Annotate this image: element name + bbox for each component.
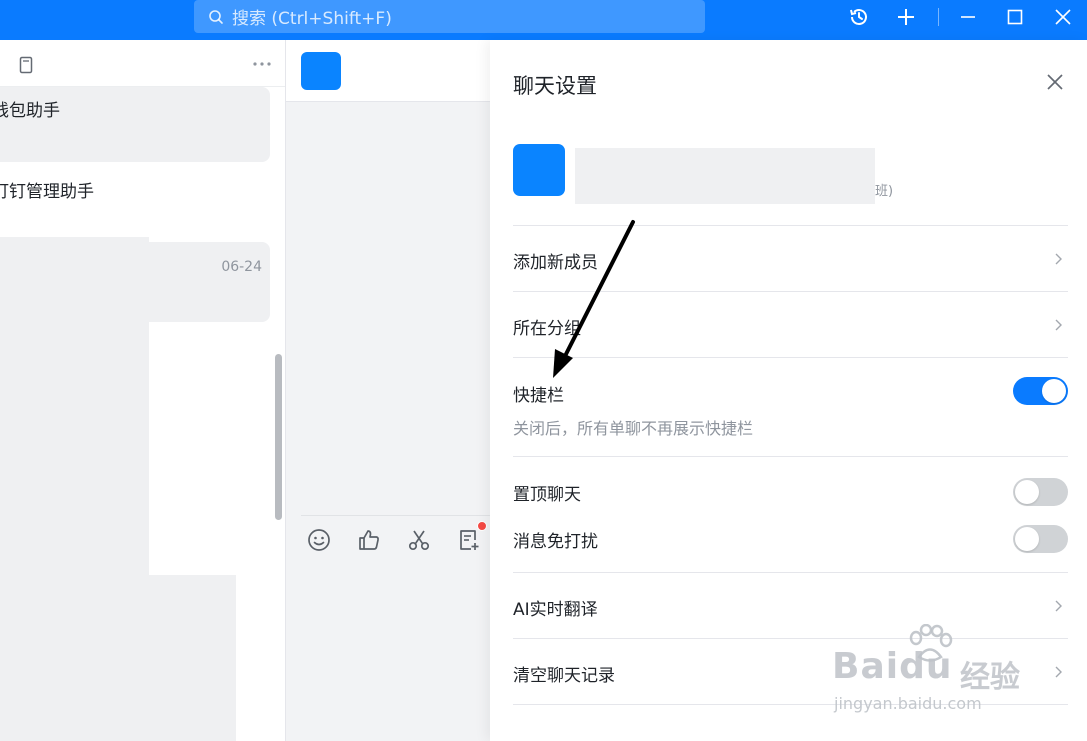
group-avatar[interactable] [513, 144, 565, 196]
thumbs-up-icon[interactable] [356, 527, 382, 553]
toggle-knob [1015, 480, 1039, 504]
divider [513, 291, 1068, 292]
avatar[interactable] [301, 52, 341, 90]
shortcut-bar-toggle[interactable] [1013, 377, 1068, 405]
toggle-knob [1015, 527, 1039, 551]
toggle-knob [1042, 379, 1066, 403]
list-item[interactable]: 钉钉管理助手 [0, 162, 270, 240]
close-icon [1047, 74, 1063, 90]
more-icon[interactable] [253, 62, 271, 66]
pin-chat-toggle[interactable] [1013, 478, 1068, 506]
conversation-title: 钱包助手 [0, 101, 60, 121]
shortcut-bar-description: 关闭后，所有单聊不再展示快捷栏 [513, 419, 754, 438]
group-name-redacted [575, 148, 875, 204]
note-add-icon[interactable] [456, 527, 482, 553]
chevron-right-icon [1055, 253, 1062, 265]
mute-label: 消息免打扰 [513, 532, 598, 552]
group-label: 所在分组 [513, 319, 581, 339]
close-panel-button[interactable] [1044, 71, 1066, 93]
pin-chat-label: 置顶聊天 [513, 485, 581, 505]
topbar-separator [938, 8, 939, 26]
conversation-list: 钱包助手 钉钉管理助手 06-24 [0, 40, 286, 741]
list-item[interactable]: 钱包助手 [0, 87, 270, 162]
chat-area [286, 40, 490, 741]
baidu-watermark: Baidu 经验 jingyan.baidu.com [832, 624, 1042, 724]
scissors-icon[interactable] [406, 527, 432, 553]
conversation-title: 钉钉管理助手 [0, 182, 94, 202]
redacted-area [0, 575, 236, 741]
list-header [0, 40, 285, 87]
plus-icon[interactable] [894, 5, 918, 29]
group-name-suffix: 班) [875, 184, 894, 199]
notification-dot [477, 521, 487, 531]
search-icon [209, 9, 223, 24]
shortcut-bar-label: 快捷栏 [513, 386, 564, 406]
chevron-right-icon [1055, 600, 1062, 612]
add-member-label: 添加新成员 [513, 253, 598, 273]
watermark-url: jingyan.baidu.com [834, 694, 982, 713]
conversation-date: 06-24 [221, 259, 262, 275]
history-icon[interactable] [847, 5, 871, 29]
panel-title: 聊天设置 [513, 74, 597, 98]
chevron-right-icon [1055, 319, 1062, 331]
search-placeholder: 搜索 (Ctrl+Shift+F) [232, 9, 392, 29]
chevron-right-icon [1055, 666, 1062, 678]
ai-translate-label: AI实时翻译 [513, 600, 598, 620]
clear-history-label: 清空聊天记录 [513, 666, 615, 686]
document-icon[interactable] [19, 56, 33, 74]
toolbar-divider [301, 515, 490, 516]
watermark-cn: 经验 [960, 660, 1020, 695]
emoji-icon[interactable] [306, 527, 332, 553]
divider [513, 357, 1068, 358]
mute-toggle[interactable] [1013, 525, 1068, 553]
watermark-brand: Baidu [832, 646, 953, 687]
divider [513, 225, 1068, 226]
divider [513, 456, 1068, 457]
close-icon[interactable] [1051, 5, 1075, 29]
scrollbar[interactable] [275, 354, 282, 520]
minimize-icon[interactable] [956, 5, 980, 29]
title-bar: 搜索 (Ctrl+Shift+F) [0, 0, 1087, 40]
search-box[interactable]: 搜索 (Ctrl+Shift+F) [194, 0, 705, 33]
chat-header [286, 40, 490, 102]
divider [513, 572, 1068, 573]
maximize-icon[interactable] [1003, 5, 1027, 29]
